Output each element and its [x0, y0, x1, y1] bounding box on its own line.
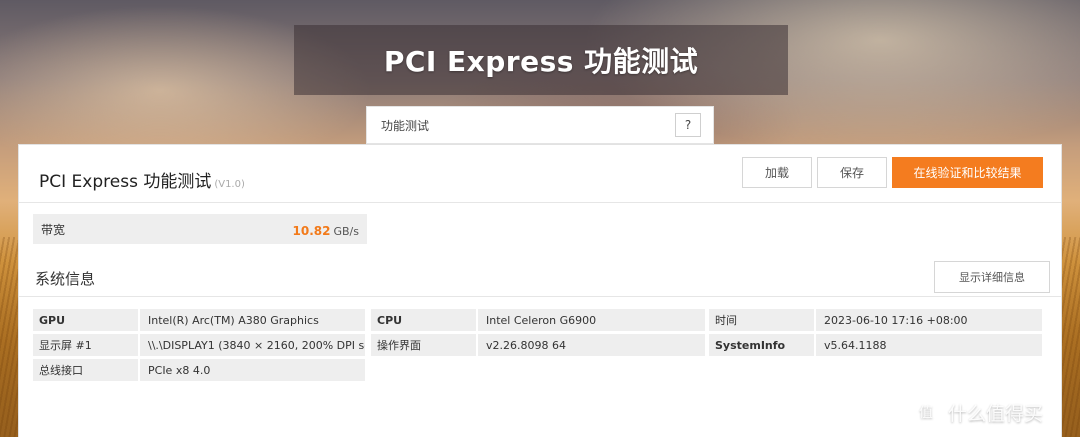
info-value: PCIe x8 4.0 [140, 359, 365, 381]
info-value: \\.\DISPLAY1 (3840 × 2160, 200% DPI scal… [140, 334, 365, 356]
info-value: v2.26.8098 64 [478, 334, 705, 356]
watermark-text: 什么值得买 [948, 402, 1044, 425]
help-button[interactable]: ? [675, 113, 701, 137]
tab-functional-test[interactable]: 功能测试 ? [366, 106, 714, 144]
banner: PCI Express 功能测试 [294, 25, 788, 95]
info-row-systeminfo: SystemInfo v5.64.1188 [709, 334, 1042, 356]
info-key: 总线接口 [33, 359, 138, 381]
info-row-bus: 总线接口 PCIe x8 4.0 [33, 359, 365, 381]
info-value: Intel(R) Arc(TM) A380 Graphics [140, 309, 365, 331]
info-key: 时间 [709, 309, 814, 331]
system-info-title: 系统信息 [35, 270, 96, 288]
result-panel: PCI Express 功能测试 (V1.0) 加载 保存 在线验证和比较结果 带… [18, 144, 1062, 437]
info-key: 操作界面 [371, 334, 476, 356]
info-key: 显示屏 #1 [33, 334, 138, 356]
tab-label: 功能测试 [381, 118, 430, 133]
info-row-cpu: CPU Intel Celeron G6900 [371, 309, 705, 331]
panel-header: PCI Express 功能测试 (V1.0) 加载 保存 在线验证和比较结果 [19, 145, 1061, 203]
divider [19, 296, 1061, 297]
show-details-button[interactable]: 显示详细信息 [934, 261, 1050, 293]
system-info-column-2: CPU Intel Celeron G6900 操作界面 v2.26.8098 … [371, 309, 705, 359]
test-name: PCI Express 功能测试 [39, 172, 212, 192]
load-button[interactable]: 加载 [742, 157, 812, 188]
save-button[interactable]: 保存 [817, 157, 887, 188]
system-info-column-3: 时间 2023-06-10 17:16 +08:00 SystemInfo v5… [709, 309, 1042, 359]
info-value: 2023-06-10 17:16 +08:00 [816, 309, 1042, 331]
banner-title: PCI Express 功能测试 [383, 45, 699, 78]
bandwidth-value: 10.82 [292, 223, 331, 238]
test-version: (V1.0) [214, 179, 245, 190]
info-key: CPU [371, 309, 476, 331]
validate-online-button[interactable]: 在线验证和比较结果 [892, 157, 1043, 188]
watermark-logo-icon: 值 [912, 398, 940, 426]
system-info-column-1: GPU Intel(R) Arc(TM) A380 Graphics 显示屏 #… [33, 309, 365, 384]
bandwidth-label: 带宽 [41, 222, 66, 237]
info-value: Intel Celeron G6900 [478, 309, 705, 331]
test-title: PCI Express 功能测试 (V1.0) [39, 167, 245, 192]
info-key: SystemInfo [709, 334, 814, 356]
bandwidth-result: 带宽 10.82 GB/s [33, 214, 367, 244]
info-row-interface: 操作界面 v2.26.8098 64 [371, 334, 705, 356]
bandwidth-unit: GB/s [333, 224, 359, 238]
info-key: GPU [33, 309, 138, 331]
info-value: v5.64.1188 [816, 334, 1042, 356]
info-row-gpu: GPU Intel(R) Arc(TM) A380 Graphics [33, 309, 365, 331]
info-row-time: 时间 2023-06-10 17:16 +08:00 [709, 309, 1042, 331]
bandwidth-value-group: 10.82 GB/s [293, 220, 359, 239]
watermark: 值 什么值得买 [912, 397, 1072, 427]
info-row-display: 显示屏 #1 \\.\DISPLAY1 (3840 × 2160, 200% D… [33, 334, 365, 356]
